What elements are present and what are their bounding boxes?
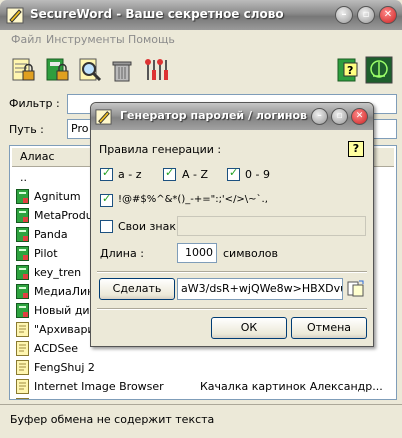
dialog-maximize-button[interactable]: ▫ xyxy=(331,108,348,125)
separator xyxy=(97,308,367,310)
checkbox-symbols[interactable] xyxy=(100,192,113,207)
document-icon xyxy=(16,322,29,337)
filter-label: Фильтр : xyxy=(9,97,60,110)
lock-db-icon[interactable] xyxy=(43,56,71,84)
lock-doc-icon[interactable] xyxy=(9,56,37,84)
document-icon xyxy=(16,341,29,356)
dialog-pen-icon xyxy=(95,109,112,125)
dialog-title-bar[interactable]: Генератор паролей / логинов – ▫ ✕ xyxy=(91,103,373,130)
checkbox-uppercase[interactable] xyxy=(163,166,176,181)
document-icon xyxy=(16,360,29,375)
list-item-alias: key_tren xyxy=(34,266,82,279)
cancel-button[interactable]: Отмена xyxy=(291,317,367,339)
checkbox-digits[interactable] xyxy=(227,166,240,181)
menu-bar: Файл Инструменты Помощь xyxy=(0,30,402,50)
close-button[interactable]: ✕ xyxy=(379,6,397,24)
maximize-button[interactable]: ▫ xyxy=(357,6,375,24)
minimize-icon: – xyxy=(341,9,347,20)
green-key-icon xyxy=(16,246,29,261)
green-key-icon xyxy=(16,227,29,242)
path-label: Путь : xyxy=(9,123,44,136)
menu-help[interactable]: Помощь xyxy=(128,33,175,46)
length-input[interactable]: 1000 xyxy=(177,243,217,263)
minimize-icon: – xyxy=(317,111,322,121)
dialog-title: Генератор паролей / логинов xyxy=(120,109,308,122)
separator xyxy=(97,271,367,273)
dialog-minimize-button[interactable]: – xyxy=(311,108,328,125)
maximize-icon: ▫ xyxy=(362,9,370,20)
symbols-label: !@#$%^&*()_-+=":;'</>\~`., xyxy=(118,194,268,205)
minimize-button[interactable]: – xyxy=(335,6,353,24)
list-item-alias: ACDSee xyxy=(34,342,78,355)
status-bar: Буфер обмена не содержит текста xyxy=(0,404,402,438)
copy-icon[interactable] xyxy=(347,280,364,297)
checkbox-custom[interactable] xyxy=(100,220,113,233)
digits-label: 0 - 9 xyxy=(245,168,270,181)
app-pen-icon xyxy=(6,7,24,24)
close-icon: ✕ xyxy=(355,111,364,121)
green-key-icon xyxy=(16,189,29,204)
toolbar: ? xyxy=(0,50,402,92)
generated-password-field[interactable]: aW3/dsR+wjQWe8w>HBXDvuI2 xyxy=(177,278,343,300)
list-item-alias: FengShuj 2 xyxy=(34,361,95,374)
ok-button[interactable]: ОК xyxy=(211,317,287,339)
window-title: SecureWord - Ваше секретное слово xyxy=(30,7,284,21)
document-icon xyxy=(16,379,29,394)
green-key-icon xyxy=(16,208,29,223)
close-icon: ✕ xyxy=(383,9,393,20)
list-item-description: номер копии JKF-2WH47D7BY в... xyxy=(200,399,388,400)
uppercase-label: A - Z xyxy=(182,168,209,181)
column-alias[interactable]: Алиас xyxy=(20,150,55,163)
menu-tools[interactable]: Инструменты xyxy=(46,33,125,46)
list-item[interactable]: FengShuj 2 xyxy=(12,358,394,377)
tools-icon[interactable] xyxy=(142,56,170,84)
length-unit: символов xyxy=(223,247,278,260)
custom-label: Свои знаки xyxy=(118,220,184,233)
document-icon xyxy=(16,398,29,399)
trash-icon[interactable] xyxy=(108,56,136,84)
svg-text:?: ? xyxy=(347,64,353,77)
menu-file[interactable]: Файл xyxy=(11,33,41,46)
list-item-alias: Internet Image Browser xyxy=(34,380,164,393)
list-item[interactable]: MP3book2005 номер копии JKF-2WH47D7BY в..… xyxy=(12,396,394,400)
list-item[interactable]: Internet Image Browser Качалка картинок А… xyxy=(12,377,394,396)
lowercase-label: a - z xyxy=(118,168,142,181)
custom-chars-input[interactable] xyxy=(177,216,366,236)
list-item-alias: MP3book2005 xyxy=(34,399,112,400)
status-text: Буфер обмена не содержит текста xyxy=(10,413,215,426)
green-key-icon xyxy=(16,284,29,299)
search-icon[interactable] xyxy=(76,56,104,84)
list-item-alias: Agnitum xyxy=(34,190,81,203)
list-item-alias: Panda xyxy=(34,228,68,241)
password-generator-dialog: Генератор паролей / логинов – ▫ ✕ Правил… xyxy=(90,102,374,347)
status-indicator-icon[interactable] xyxy=(365,56,393,84)
maximize-icon: ▫ xyxy=(336,111,343,121)
checkbox-lowercase[interactable] xyxy=(100,166,113,181)
help-icon[interactable]: ? xyxy=(348,141,364,157)
length-label: Длина : xyxy=(100,247,144,260)
rules-label: Правила генерации : xyxy=(99,143,222,156)
generate-button[interactable]: Сделать xyxy=(99,278,175,300)
list-item-alias: Pilot xyxy=(34,247,58,260)
dialog-close-button[interactable]: ✕ xyxy=(351,108,368,125)
title-bar[interactable]: SecureWord - Ваше секретное слово – ▫ ✕ xyxy=(0,0,402,30)
green-key-icon xyxy=(16,265,29,280)
list-item-description: Качалка картинок Александр... xyxy=(200,380,383,393)
help-book-icon[interactable]: ? xyxy=(333,56,361,84)
green-key-icon xyxy=(16,303,29,318)
list-item-alias: .. xyxy=(20,171,27,184)
